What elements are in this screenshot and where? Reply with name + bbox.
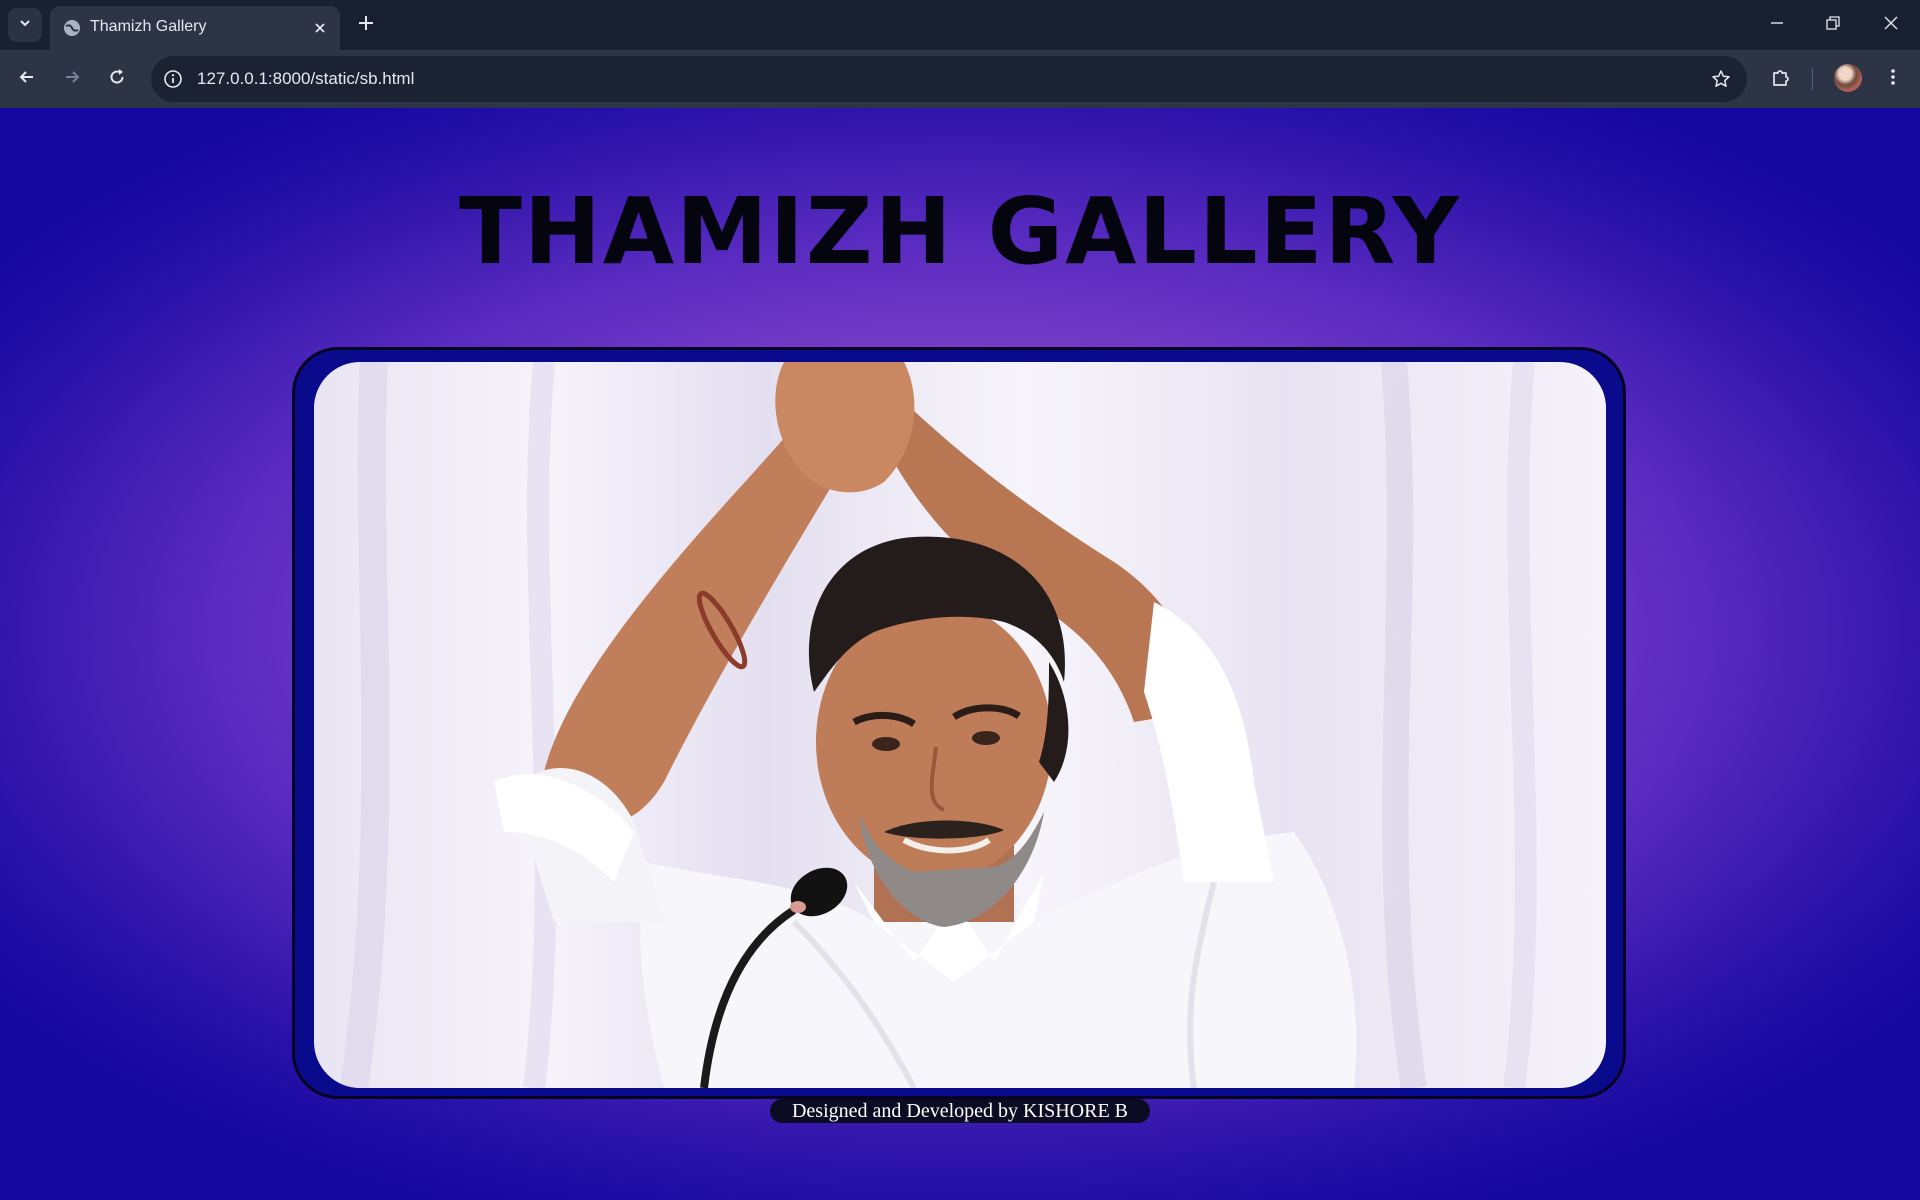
forward-button[interactable] — [57, 64, 87, 94]
menu-button[interactable] — [1878, 64, 1908, 94]
credit-footer: Designed and Developed by KISHORE B — [770, 1099, 1150, 1123]
globe-icon — [62, 18, 82, 38]
minimize-icon — [1769, 15, 1785, 36]
window-close-icon — [1883, 15, 1899, 36]
page-title: THAMIZH GALLERY — [459, 178, 1461, 285]
forward-icon — [62, 67, 82, 92]
tab-search-button[interactable] — [8, 8, 42, 42]
info-icon[interactable] — [161, 67, 185, 91]
tab-strip: Thamizh Gallery — [0, 0, 1920, 50]
extensions-icon — [1770, 66, 1792, 93]
reload-button[interactable] — [102, 64, 132, 94]
gallery-photo — [314, 362, 1606, 1088]
address-bar[interactable]: 127.0.0.1:8000/static/sb.html — [151, 56, 1747, 102]
back-icon — [17, 67, 37, 92]
tab-thamizh-gallery[interactable]: Thamizh Gallery — [50, 6, 340, 50]
menu-icon — [1883, 67, 1903, 92]
star-icon[interactable] — [1709, 67, 1733, 91]
close-tab-icon[interactable] — [308, 16, 332, 40]
back-button[interactable] — [12, 64, 42, 94]
tab-title: Thamizh Gallery — [90, 18, 207, 35]
browser-toolbar: 127.0.0.1:8000/static/sb.html — [0, 50, 1920, 108]
reload-icon — [107, 67, 127, 92]
chevron-down-icon — [18, 16, 32, 35]
page-content: THAMIZH GALLERY Designed and Developed b… — [0, 108, 1920, 1200]
restore-icon — [1825, 15, 1841, 36]
profile-avatar[interactable] — [1834, 64, 1862, 92]
new-tab-button[interactable] — [352, 11, 380, 39]
url-text[interactable]: 127.0.0.1:8000/static/sb.html — [197, 69, 414, 89]
minimize-button[interactable] — [1764, 12, 1790, 38]
window-close-button[interactable] — [1878, 12, 1904, 38]
plus-icon — [357, 14, 375, 37]
toolbar-divider — [1812, 68, 1813, 90]
restore-button[interactable] — [1820, 12, 1846, 38]
extensions-button[interactable] — [1766, 64, 1796, 94]
